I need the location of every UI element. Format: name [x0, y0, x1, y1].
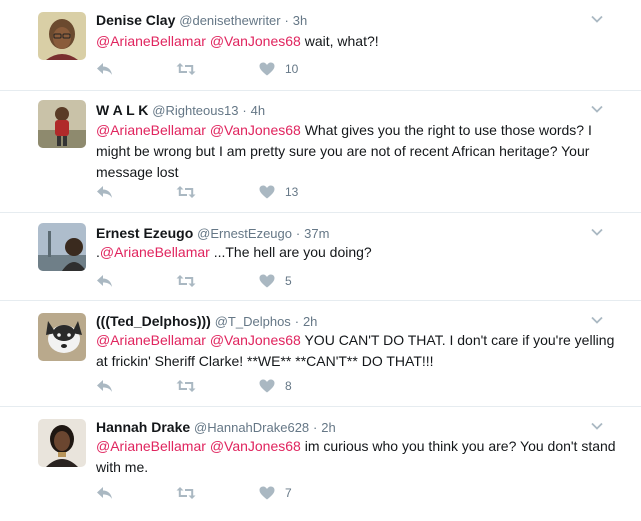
user-handle[interactable]: @T_Delphos: [215, 314, 291, 329]
like-count: 13: [285, 185, 299, 199]
heart-icon: [259, 62, 275, 76]
retweet-icon: [176, 186, 196, 198]
reply-button[interactable]: [96, 485, 113, 501]
retweet-button[interactable]: [176, 184, 196, 200]
tweet-text: @ArianeBellamar @VanJones68 im curious w…: [96, 436, 616, 478]
separator: ·: [284, 13, 289, 28]
timestamp[interactable]: 2h: [303, 314, 317, 329]
tweet-text: @ArianeBellamar @VanJones68 What gives y…: [96, 120, 616, 183]
mention-link[interactable]: @ArianeBellamar: [96, 33, 206, 49]
separator: ·: [242, 103, 247, 118]
like-count: 5: [285, 274, 292, 288]
avatar[interactable]: [38, 223, 86, 271]
reply-icon: [97, 275, 112, 287]
display-name[interactable]: Denise Clay: [96, 12, 175, 28]
timestamp[interactable]: 4h: [251, 103, 265, 118]
mention-link[interactable]: @VanJones68: [210, 438, 301, 454]
like-count: 7: [285, 486, 292, 500]
retweet-button[interactable]: [176, 378, 196, 394]
timestamp[interactable]: 3h: [293, 13, 307, 28]
reply-button[interactable]: [96, 273, 113, 289]
display-name[interactable]: Ernest Ezeugo: [96, 225, 193, 241]
tweet-body-text: ...The hell are you doing?: [209, 244, 372, 260]
retweet-button[interactable]: [176, 273, 196, 289]
tweet-item[interactable]: (((Ted_Delphos))) @T_Delphos · 2h @Arian…: [0, 301, 641, 407]
heart-icon: [259, 486, 275, 500]
mention-link[interactable]: @ArianeBellamar: [96, 122, 206, 138]
like-button[interactable]: 10: [259, 61, 298, 77]
like-button[interactable]: 8: [259, 378, 292, 394]
retweet-icon: [176, 275, 196, 287]
user-handle[interactable]: @HannahDrake628: [194, 420, 309, 435]
retweet-icon: [176, 63, 196, 75]
retweet-button[interactable]: [176, 485, 196, 501]
reply-icon: [97, 380, 112, 392]
avatar[interactable]: [38, 313, 86, 361]
like-button[interactable]: 7: [259, 485, 292, 501]
heart-icon: [259, 185, 275, 199]
tweet-text: @ArianeBellamar @VanJones68 wait, what?!: [96, 31, 616, 52]
separator: ·: [295, 226, 301, 241]
reply-icon: [97, 186, 112, 198]
user-handle[interactable]: @ErnestEzeugo: [197, 226, 292, 241]
timestamp[interactable]: 37m: [304, 226, 329, 241]
display-name[interactable]: Hannah Drake: [96, 419, 190, 435]
reply-button[interactable]: [96, 184, 113, 200]
like-button[interactable]: 5: [259, 273, 292, 289]
chevron-down-icon[interactable]: [591, 420, 603, 432]
tweet-item[interactable]: Denise Clay @denisethewriter · 3h @Arian…: [0, 0, 641, 91]
heart-icon: [259, 379, 275, 393]
reply-icon: [97, 63, 112, 75]
tweet-item[interactable]: Hannah Drake @HannahDrake628 · 2h @Arian…: [0, 407, 641, 521]
tweet-item[interactable]: W A L K @Righteous13 · 4h @ArianeBellama…: [0, 91, 641, 213]
reply-icon: [97, 487, 112, 499]
separator: ·: [313, 420, 318, 435]
avatar[interactable]: [38, 419, 86, 467]
retweet-icon: [176, 487, 196, 499]
chevron-down-icon[interactable]: [591, 226, 603, 238]
reply-button[interactable]: [96, 378, 113, 394]
display-name[interactable]: (((Ted_Delphos))): [96, 313, 211, 329]
mention-link[interactable]: @ArianeBellamar: [96, 438, 206, 454]
tweet-text: .@ArianeBellamar ...The hell are you doi…: [96, 242, 616, 263]
avatar[interactable]: [38, 100, 86, 148]
separator: ·: [294, 314, 300, 329]
tweet-text: @ArianeBellamar @VanJones68 YOU CAN'T DO…: [96, 330, 616, 372]
avatar[interactable]: [38, 12, 86, 60]
tweet-body-text: wait, what?!: [300, 33, 379, 49]
heart-icon: [259, 274, 275, 288]
mention-link[interactable]: @ArianeBellamar: [100, 244, 210, 260]
reply-button[interactable]: [96, 61, 113, 77]
user-handle[interactable]: @denisethewriter: [179, 13, 280, 28]
timestamp[interactable]: 2h: [321, 420, 335, 435]
like-count: 10: [285, 62, 299, 76]
chevron-down-icon[interactable]: [591, 13, 603, 25]
mention-link[interactable]: @VanJones68: [210, 33, 301, 49]
mention-link[interactable]: @ArianeBellamar: [96, 332, 206, 348]
display-name[interactable]: W A L K: [96, 102, 148, 118]
chevron-down-icon[interactable]: [591, 314, 603, 326]
chevron-down-icon[interactable]: [591, 103, 603, 115]
mention-link[interactable]: @VanJones68: [210, 332, 301, 348]
tweet-item[interactable]: Ernest Ezeugo @ErnestEzeugo · 37m .@Aria…: [0, 213, 641, 301]
user-handle[interactable]: @Righteous13: [152, 103, 238, 118]
tweet-feed: Denise Clay @denisethewriter · 3h @Arian…: [0, 0, 641, 521]
mention-link[interactable]: @VanJones68: [210, 122, 301, 138]
retweet-icon: [176, 380, 196, 392]
retweet-button[interactable]: [176, 61, 196, 77]
like-count: 8: [285, 379, 292, 393]
like-button[interactable]: 13: [259, 184, 298, 200]
